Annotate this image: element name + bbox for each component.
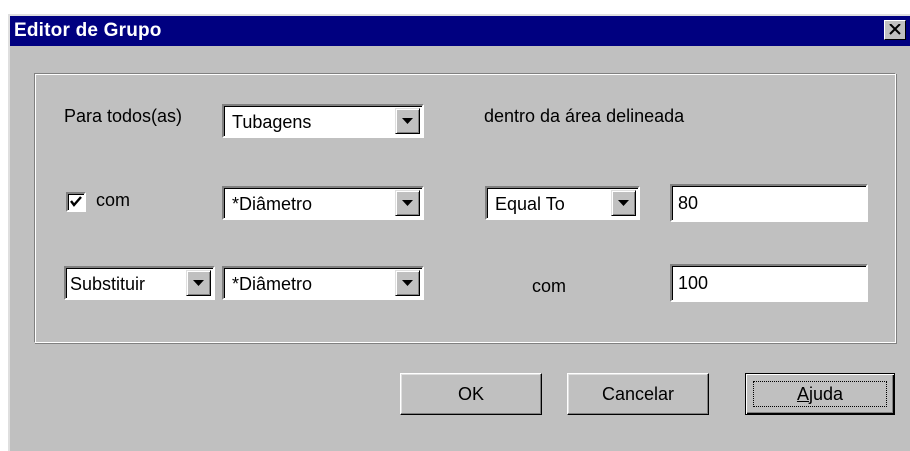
action-dropdown[interactable]: Substituir	[64, 266, 215, 300]
ok-button[interactable]: OK	[400, 373, 542, 415]
filter-value-input[interactable]	[670, 184, 868, 222]
cancel-button-label: Cancelar	[601, 384, 675, 404]
checkmark-icon	[70, 196, 82, 207]
group-editor-dialog: Editor de Grupo Para todos(as) Tubagens …	[8, 14, 910, 451]
window-title: Editor de Grupo	[14, 20, 162, 41]
filter-property-value: *Diâmetro	[232, 194, 313, 214]
with-label: com	[532, 276, 567, 296]
for-all-label: Para todos(as)	[64, 106, 183, 126]
filter-property-dropdown[interactable]: *Diâmetro	[222, 186, 424, 220]
dropdown-arrow-icon	[402, 280, 413, 286]
dropdown-arrow-icon	[402, 200, 413, 206]
object-type-dropdown[interactable]: Tubagens	[222, 104, 424, 138]
relation-dropdown[interactable]: Equal To	[485, 186, 640, 220]
action-dropdown-button[interactable]	[186, 270, 211, 296]
relation-value: Equal To	[495, 194, 565, 214]
ok-button-label: OK	[457, 384, 484, 404]
with-checkbox-label: com	[96, 190, 131, 210]
within-area-label: dentro da área delineada	[484, 106, 685, 126]
replace-property-dropdown-button[interactable]	[395, 270, 420, 296]
help-button[interactable]: Ajuda	[745, 373, 895, 415]
dropdown-arrow-icon	[402, 118, 413, 124]
close-button[interactable]	[884, 20, 906, 40]
relation-dropdown-button[interactable]	[611, 190, 636, 216]
filter-property-dropdown-button[interactable]	[395, 190, 420, 216]
replace-property-value: *Diâmetro	[232, 274, 313, 294]
title-bar[interactable]: Editor de Grupo	[10, 16, 910, 46]
close-icon	[889, 24, 901, 35]
dropdown-arrow-icon	[193, 280, 204, 286]
replace-property-dropdown[interactable]: *Diâmetro	[222, 266, 424, 300]
replace-value-input[interactable]	[670, 264, 868, 302]
action-value: Substituir	[70, 274, 146, 294]
object-type-value: Tubagens	[232, 112, 312, 132]
dropdown-arrow-icon	[618, 200, 629, 206]
with-checkbox[interactable]	[66, 192, 86, 212]
cancel-button[interactable]: Cancelar	[567, 373, 709, 415]
object-type-dropdown-button[interactable]	[395, 108, 420, 134]
help-button-label: Ajuda	[796, 384, 844, 404]
